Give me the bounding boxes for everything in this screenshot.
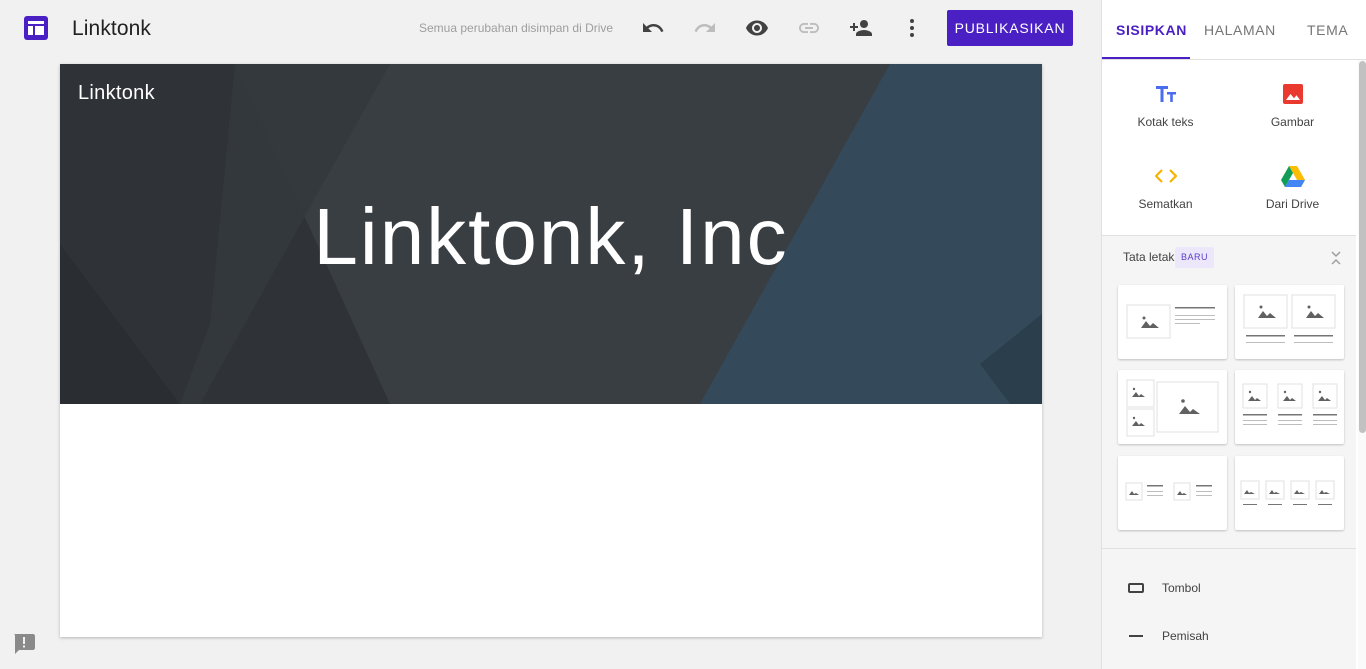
hero-brand-text[interactable]: Linktonk: [78, 82, 155, 105]
embed-code-icon: [1154, 169, 1177, 183]
preview-eye-icon: [746, 20, 768, 36]
insert-embed-label: Sematkan: [1138, 197, 1193, 211]
share-button[interactable]: [849, 16, 873, 40]
layout-option-1[interactable]: [1118, 285, 1227, 359]
copy-link-button[interactable]: [797, 16, 821, 40]
layout-option-6[interactable]: [1235, 456, 1344, 530]
layout-four-columns-icon: [1240, 480, 1335, 505]
layouts-section: Tata letak BARU: [1102, 236, 1356, 549]
link-icon: [799, 23, 819, 33]
publish-button[interactable]: PUBLIKASIKAN: [947, 10, 1073, 46]
panel-tabs: SISIPKAN HALAMAN TEMA: [1102, 0, 1366, 60]
insert-from-drive[interactable]: Dari Drive: [1229, 142, 1356, 222]
undo-icon: [643, 23, 664, 32]
layout-image-text-icon: [1126, 304, 1215, 339]
layout-option-5[interactable]: [1118, 456, 1227, 530]
button-icon: [1128, 583, 1144, 593]
collapse-chevron-icon[interactable]: [1330, 250, 1342, 266]
insert-items-grid: Kotak teks Gambar Sematkan Dari Drive: [1102, 60, 1356, 236]
insert-divider-label: Pemisah: [1162, 629, 1209, 643]
tab-pages[interactable]: HALAMAN: [1204, 22, 1276, 38]
layout-option-4[interactable]: [1235, 370, 1344, 444]
page-canvas[interactable]: Linktonk Linktonk, Inc: [60, 64, 1042, 637]
site-name[interactable]: Linktonk: [72, 17, 151, 41]
insert-divider-element[interactable]: Pemisah: [1102, 612, 1356, 660]
insert-text-box-label: Kotak teks: [1137, 115, 1194, 129]
tab-themes[interactable]: TEMA: [1307, 22, 1348, 38]
layout-option-2[interactable]: [1235, 285, 1344, 359]
share-person-add-icon: [850, 20, 872, 36]
more-vert-icon: [910, 19, 914, 37]
new-badge: BARU: [1175, 247, 1215, 268]
insert-button-element[interactable]: Tombol: [1102, 564, 1356, 612]
divider-icon: [1129, 635, 1143, 637]
panel-scroll-thumb[interactable]: [1359, 61, 1366, 433]
active-tab-indicator: [1102, 57, 1190, 59]
panel-scrollbar[interactable]: [1358, 60, 1366, 669]
hero-header-section[interactable]: Linktonk Linktonk, Inc: [60, 64, 1042, 404]
insert-from-drive-label: Dari Drive: [1265, 197, 1320, 211]
redo-button[interactable]: [693, 16, 717, 40]
insert-button-label: Tombol: [1162, 581, 1201, 595]
text-box-icon: [1155, 86, 1176, 102]
insert-image-label: Gambar: [1270, 115, 1315, 129]
hero-title[interactable]: Linktonk, Inc: [60, 192, 1042, 282]
redo-icon: [694, 23, 715, 32]
insert-panel: SISIPKAN HALAMAN TEMA Kotak teks Gambar: [1101, 0, 1366, 669]
undo-button[interactable]: [641, 16, 665, 40]
insert-embed[interactable]: Sematkan: [1102, 142, 1229, 222]
top-bar: Linktonk Semua perubahan disimpan di Dri…: [0, 0, 1101, 56]
layouts-title: Tata letak: [1123, 250, 1175, 264]
feedback-icon[interactable]: [13, 634, 35, 654]
google-drive-icon: [1280, 165, 1305, 187]
save-status: Semua perubahan disimpan di Drive: [419, 21, 614, 35]
layout-option-3[interactable]: [1118, 370, 1227, 444]
insert-image[interactable]: Gambar: [1229, 60, 1356, 140]
layout-two-images-icon: [1243, 294, 1336, 343]
more-options-button[interactable]: [900, 16, 924, 40]
sites-logo-icon[interactable]: [24, 16, 48, 40]
layout-three-columns-icon: [1242, 383, 1338, 425]
layout-collage-icon: [1126, 379, 1219, 437]
image-icon: [1282, 84, 1303, 104]
layout-image-text-pairs-icon: [1125, 482, 1212, 501]
tab-insert[interactable]: SISIPKAN: [1116, 22, 1187, 38]
insert-text-box[interactable]: Kotak teks: [1102, 60, 1229, 140]
preview-button[interactable]: [745, 16, 769, 40]
